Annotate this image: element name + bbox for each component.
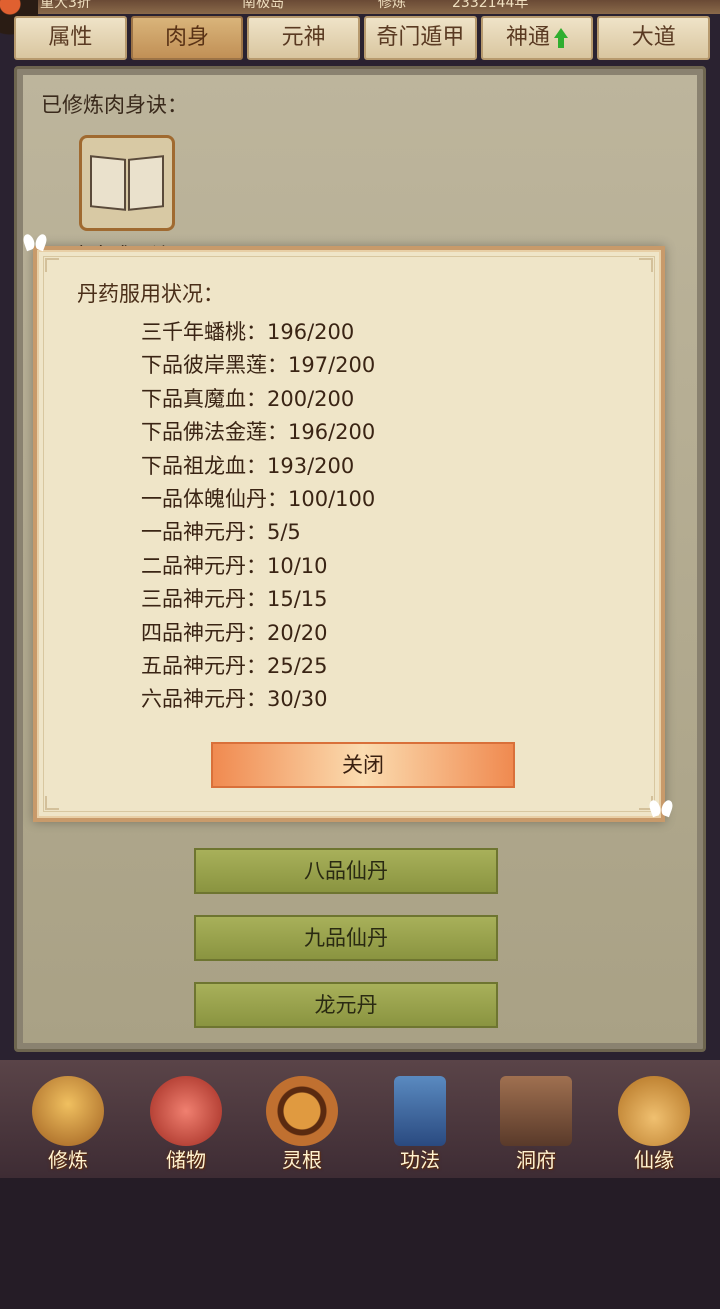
nav-label: 储物	[166, 1148, 206, 1172]
skill-slot[interactable]	[79, 135, 175, 231]
nav-spirit-root[interactable]: 灵根	[252, 1076, 352, 1176]
pavilion-icon	[500, 1076, 572, 1146]
tab-bar: 属性 肉身 元神 奇门遁甲 神通 大道	[14, 16, 711, 64]
bottom-navigation: 修炼 储物 灵根 功法 洞府 仙缘	[0, 1060, 720, 1178]
tab-label: 肉身	[165, 25, 210, 50]
tab-spirit[interactable]: 元神	[247, 16, 361, 60]
pill-status-dialog: 丹药服用状况： 三千年蟠桃：196/200 下品彼岸黑莲：197/200 下品真…	[33, 246, 665, 822]
list-item: 一品神元丹：5/5	[141, 520, 301, 545]
ninth-grade-pill-button[interactable]: 九品仙丹	[194, 915, 498, 961]
list-item: 六品神元丹：30/30	[141, 687, 328, 712]
list-item: 三品神元丹：15/15	[141, 587, 328, 612]
scroll-book-icon	[394, 1076, 446, 1146]
list-item: 二品神元丹：10/10	[141, 553, 328, 578]
tab-label: 奇门遁甲	[376, 25, 465, 50]
list-item: 五品神元丹：25/25	[141, 653, 328, 678]
tab-qimen[interactable]: 奇门遁甲	[364, 16, 477, 60]
location-text: 南极岛	[242, 0, 284, 11]
list-item: 下品佛法金莲：196/200	[141, 420, 376, 445]
tab-label: 属性	[48, 25, 93, 50]
nav-techniques[interactable]: 功法	[370, 1076, 470, 1176]
butterfly-icon	[650, 798, 672, 820]
corner-ornament	[45, 796, 59, 810]
tab-attributes[interactable]: 属性	[14, 16, 127, 60]
tab-label: 神通	[506, 25, 551, 50]
close-button[interactable]: 关闭	[211, 742, 515, 788]
tab-great-dao[interactable]: 大道	[597, 16, 711, 60]
tab-label: 元神	[281, 25, 326, 50]
gourd-icon	[618, 1076, 690, 1146]
nav-label: 仙缘	[634, 1148, 674, 1172]
nav-cave-dwelling[interactable]: 洞府	[486, 1076, 586, 1176]
meditating-figure-icon	[32, 1076, 104, 1146]
top-status-bar: 重大3折 南极岛 修炼 2332144年	[0, 0, 720, 14]
treasure-bag-icon	[150, 1076, 222, 1146]
dialog-title: 丹药服用状况：	[77, 282, 224, 306]
footer-area	[0, 1178, 720, 1309]
list-item: 一品体魄仙丹：100/100	[141, 486, 376, 511]
nav-label: 功法	[400, 1148, 440, 1172]
nav-fate[interactable]: 仙缘	[604, 1076, 704, 1176]
top-left-text: 重大3折	[40, 0, 91, 11]
spiral-emblem-icon	[266, 1076, 338, 1146]
list-item: 下品彼岸黑莲：197/200	[141, 353, 376, 378]
nav-storage[interactable]: 储物	[136, 1076, 236, 1176]
tab-divine-power[interactable]: 神通	[480, 16, 594, 60]
tab-label: 大道	[631, 25, 676, 50]
cultivation-label: 修炼	[378, 0, 406, 11]
nav-label: 灵根	[282, 1148, 322, 1172]
dragon-pill-button[interactable]: 龙元丹	[194, 982, 498, 1028]
learned-skills-label: 已修炼肉身诀：	[41, 93, 188, 117]
tab-body[interactable]: 肉身	[130, 16, 244, 60]
book-icon	[90, 153, 164, 213]
cultivation-value: 2332144年	[452, 0, 529, 11]
pill-list: 三千年蟠桃：196/200 下品彼岸黑莲：197/200 下品真魔血：200/2…	[141, 316, 561, 717]
butterfly-icon	[24, 232, 46, 254]
list-item: 四品神元丹：20/20	[141, 620, 328, 645]
corner-ornament	[45, 258, 59, 272]
corner-ornament	[639, 258, 653, 272]
nav-label: 修炼	[48, 1148, 88, 1172]
list-item: 三千年蟠桃：196/200	[141, 320, 355, 344]
arrow-up-icon	[554, 28, 569, 48]
nav-cultivate[interactable]: 修炼	[18, 1076, 118, 1176]
list-item: 下品真魔血：200/200	[141, 386, 355, 411]
nav-label: 洞府	[516, 1148, 556, 1172]
list-item: 下品祖龙血：193/200	[141, 453, 355, 478]
eighth-grade-pill-button[interactable]: 八品仙丹	[194, 848, 498, 894]
